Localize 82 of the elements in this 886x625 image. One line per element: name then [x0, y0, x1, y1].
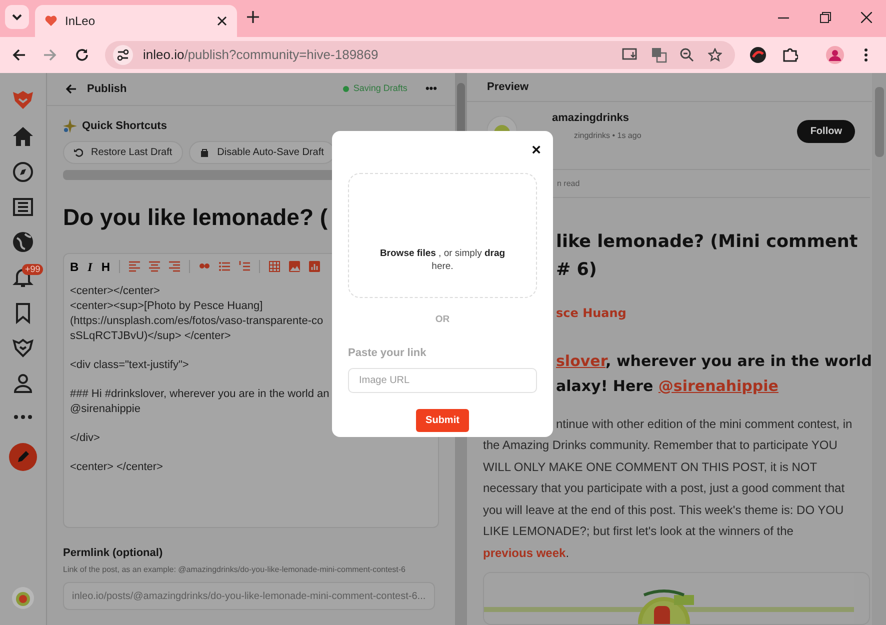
extension-icon[interactable]: [750, 47, 766, 63]
close-button[interactable]: ×: [532, 143, 541, 159]
translate-icon[interactable]: [651, 47, 667, 63]
lion-icon[interactable]: [11, 336, 35, 360]
photo-credit: sce Huang: [555, 304, 628, 322]
field-hint: Link of the post, as an example: @amazingdrinks/do-you-like-lemonade-mini-comment-contest-6: [63, 564, 406, 576]
align-center-icon[interactable]: [149, 261, 160, 272]
url-text: inleo.io/publish?community=hive-189869: [143, 46, 378, 64]
code-line: ### Hi #drinkslover, wherever you are in the world an: [70, 386, 330, 402]
post-title: # 6): [556, 258, 598, 282]
code-line: <center><sup>[Photo by Pesce Huang]: [70, 298, 264, 314]
scrollbar[interactable]: [872, 73, 886, 625]
section-title: Quick Shortcuts: [82, 119, 167, 134]
menu-icon[interactable]: [864, 48, 868, 62]
save-status: Saving Drafts: [353, 82, 408, 96]
align-right-icon[interactable]: [169, 261, 180, 272]
drop-text: Browse files , or simply drag here.: [378, 247, 506, 273]
code-line: sSLqRCTJBvU)</sup> </center>: [70, 328, 232, 344]
numbered-list-icon[interactable]: [239, 261, 250, 272]
star-icon[interactable]: [708, 48, 722, 62]
image-icon[interactable]: [289, 261, 300, 272]
post-title: Do you like lemonade? (: [63, 202, 329, 230]
chart-icon[interactable]: [309, 261, 320, 272]
permlink-field[interactable]: inleo.io/posts/@amazingdrinks/do-you-like-lemonade-mini-comment-contest-6...: [63, 582, 435, 610]
reload-icon[interactable]: [75, 48, 89, 62]
format-button[interactable]: B: [70, 258, 79, 276]
puzzle-icon[interactable]: [782, 47, 798, 63]
restore-icon: [74, 148, 83, 156]
heart-icon: [45, 15, 57, 27]
zoom-icon[interactable]: [680, 48, 694, 62]
code-line: @sirenahippie: [70, 402, 142, 416]
compass-icon[interactable]: [11, 160, 35, 184]
code-line: <center></center>: [70, 284, 161, 298]
person-icon[interactable]: [11, 371, 35, 395]
url-field[interactable]: Image URL: [348, 368, 537, 393]
separator-text: OR: [434, 313, 451, 327]
profile-icon[interactable]: [826, 46, 844, 64]
browser-tab[interactable]: InLeo: [35, 5, 237, 37]
shortcut-button[interactable]: Disable Auto-Save Draft: [189, 140, 335, 164]
code-line: <center> </center>: [70, 460, 164, 474]
author-name: amazingdrinks: [552, 112, 630, 124]
more-button[interactable]: •••: [425, 84, 437, 94]
post-title: like lemonade? (Mini comment: [556, 230, 859, 254]
address-bar[interactable]: inleo.io/publish?community=hive-189869: [105, 41, 735, 69]
notification-badge: +99: [22, 264, 44, 275]
dropdown-icon[interactable]: [5, 5, 29, 29]
page-title: Publish: [87, 82, 127, 97]
close-icon[interactable]: [217, 16, 227, 26]
read-time: n read: [556, 178, 581, 190]
close-icon[interactable]: [861, 12, 872, 23]
bullet-list-icon[interactable]: [219, 261, 230, 272]
table-icon[interactable]: [269, 261, 280, 272]
back-arrow-icon[interactable]: [65, 84, 77, 94]
format-button[interactable]: I: [88, 258, 92, 276]
back-icon[interactable]: [12, 49, 26, 61]
globe-icon[interactable]: [11, 230, 35, 254]
code-line: </div>: [70, 430, 101, 446]
author-meta: zingdrinks • 1s ago: [574, 130, 642, 142]
restore-icon[interactable]: [820, 12, 831, 23]
format-button[interactable]: H: [101, 258, 110, 276]
plus-icon[interactable]: [247, 11, 259, 23]
sparkle-icon: [63, 119, 77, 134]
home-icon[interactable]: [11, 125, 35, 149]
code-line: (https://unsplash.com/es/fotos/vaso-transparente-co: [70, 314, 324, 328]
drop-zone[interactable]: Browse files , or simply drag here.: [348, 173, 537, 298]
shortcut-button[interactable]: Restore Last Draft: [63, 140, 184, 164]
panel-title: Preview: [487, 80, 529, 95]
tab-title: InLeo: [65, 13, 96, 30]
lock-icon: [200, 148, 210, 156]
submit-button[interactable]: Submit: [416, 408, 470, 432]
forward-icon: [43, 49, 57, 61]
status-dot-icon: [343, 86, 350, 92]
field-label: Permlink (optional): [63, 546, 164, 560]
install-icon[interactable]: [622, 48, 638, 62]
field-label: Paste your link: [348, 346, 428, 362]
site-settings-icon[interactable]: [113, 45, 133, 65]
follow-button[interactable]: Follow: [797, 120, 855, 144]
compose-button[interactable]: [9, 443, 37, 471]
align-left-icon[interactable]: [129, 261, 140, 272]
newspaper-icon[interactable]: [11, 195, 35, 219]
avatar-icon[interactable]: [12, 587, 34, 609]
code-line: <div class="text-justify">: [70, 358, 190, 372]
